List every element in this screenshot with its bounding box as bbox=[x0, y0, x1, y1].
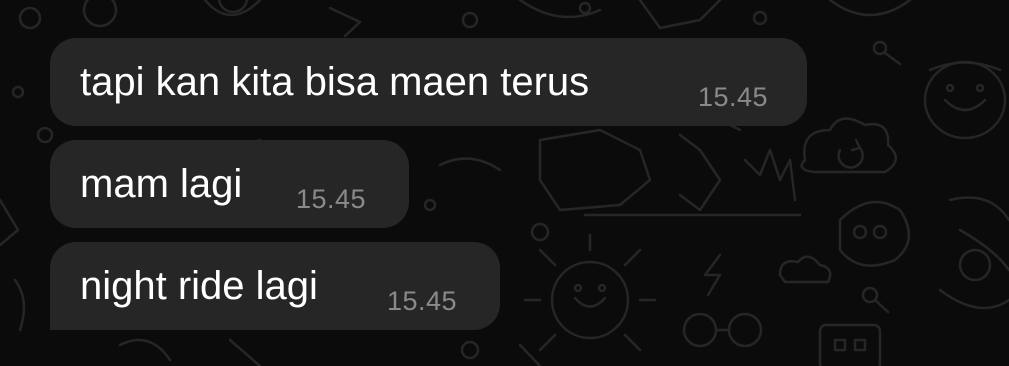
message-timestamp: 15.45 bbox=[698, 82, 769, 112]
message-timestamp: 15.45 bbox=[387, 286, 458, 316]
message-text: mam lagi bbox=[80, 162, 243, 206]
message-text: night ride lagi bbox=[80, 264, 318, 308]
message-timestamp: 15.45 bbox=[296, 184, 367, 214]
message-text: tapi kan kita bisa maen terus bbox=[80, 60, 590, 104]
message-bubble[interactable]: night ride lagi 15.45 bbox=[50, 242, 500, 330]
message-bubble[interactable]: mam lagi 15.45 bbox=[50, 140, 409, 228]
message-bubble[interactable]: tapi kan kita bisa maen terus 15.45 bbox=[50, 38, 807, 126]
